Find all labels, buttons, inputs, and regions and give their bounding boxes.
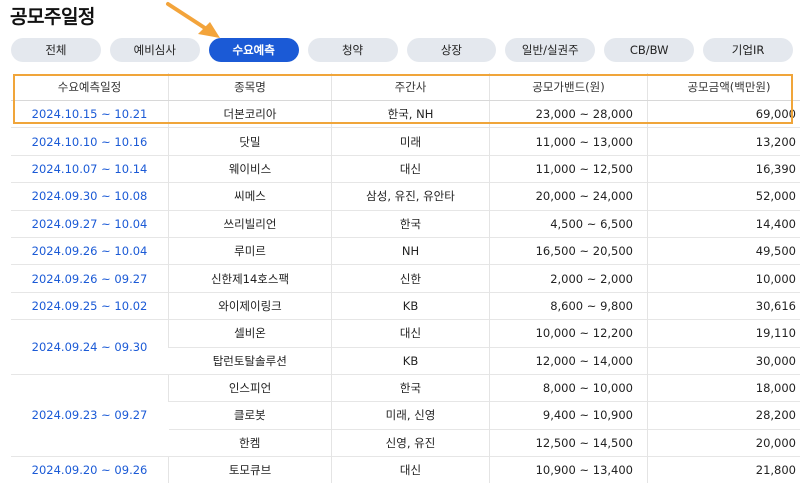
row-price-band: 20,000 ~ 24,000 bbox=[490, 183, 648, 210]
tab-cb-bw[interactable]: CB/BW bbox=[604, 38, 694, 62]
row-stock-name[interactable]: 닷밀 bbox=[169, 128, 332, 155]
row-underwriter: 미래, 신영 bbox=[332, 402, 490, 429]
row-date[interactable]: 2024.10.07 ~ 10.14 bbox=[11, 155, 169, 182]
row-price-band: 12,500 ~ 14,500 bbox=[490, 429, 648, 456]
row-underwriter: KB bbox=[332, 347, 490, 374]
row-date[interactable]: 2024.09.24 ~ 09.30 bbox=[11, 320, 169, 375]
tab-listing[interactable]: 상장 bbox=[407, 38, 497, 62]
row-underwriter: 대신 bbox=[332, 155, 490, 182]
row-offering-amount: 21,800 bbox=[648, 457, 800, 483]
row-date[interactable]: 2024.10.10 ~ 10.16 bbox=[11, 128, 169, 155]
row-offering-amount: 18,000 bbox=[648, 374, 800, 401]
tab-general-forfeited-shares[interactable]: 일반/실권주 bbox=[505, 38, 595, 62]
row-stock-name[interactable]: 토모큐브 bbox=[169, 457, 332, 483]
row-stock-name[interactable]: 루미르 bbox=[169, 237, 332, 264]
row-offering-amount: 52,000 bbox=[648, 183, 800, 210]
row-underwriter: KB bbox=[332, 292, 490, 319]
row-price-band: 11,000 ~ 13,000 bbox=[490, 128, 648, 155]
tab-all[interactable]: 전체 bbox=[11, 38, 101, 62]
row-date[interactable]: 2024.09.30 ~ 10.08 bbox=[11, 183, 169, 210]
row-stock-name[interactable]: 인스피언 bbox=[169, 374, 332, 401]
row-underwriter: 미래 bbox=[332, 128, 490, 155]
header-demand-forecast-date[interactable]: 수요예측일정 bbox=[11, 73, 169, 101]
row-stock-name[interactable]: 웨이비스 bbox=[169, 155, 332, 182]
row-offering-amount: 69,000 bbox=[648, 101, 800, 128]
row-offering-amount: 28,200 bbox=[648, 402, 800, 429]
row-price-band: 4,500 ~ 6,500 bbox=[490, 210, 648, 237]
row-underwriter: 한국 bbox=[332, 210, 490, 237]
row-price-band: 2,000 ~ 2,000 bbox=[490, 265, 648, 292]
row-offering-amount: 16,390 bbox=[648, 155, 800, 182]
table-row: 2024.09.20 ~ 09.26 토모큐브 대신 10,900 ~ 13,4… bbox=[11, 457, 800, 483]
row-offering-amount: 14,400 bbox=[648, 210, 800, 237]
row-price-band: 10,000 ~ 12,200 bbox=[490, 320, 648, 347]
row-price-band: 16,500 ~ 20,500 bbox=[490, 237, 648, 264]
ipo-schedule-table: 수요예측일정 종목명 주간사 공모가밴드(원) 공모금액(백만원) 2024.1… bbox=[11, 73, 796, 483]
row-underwriter: 대신 bbox=[332, 320, 490, 347]
row-underwriter: 삼성, 유진, 유안타 bbox=[332, 183, 490, 210]
row-underwriter: 신한 bbox=[332, 265, 490, 292]
table-row: 2024.09.26 ~ 10.04 루미르 NH 16,500 ~ 20,50… bbox=[11, 237, 800, 264]
category-tabs: 전체 예비심사 수요예측 청약 상장 일반/실권주 CB/BW 기업IR bbox=[11, 38, 793, 62]
row-price-band: 23,000 ~ 28,000 bbox=[490, 101, 648, 128]
table-row: 2024.10.07 ~ 10.14 웨이비스 대신 11,000 ~ 12,5… bbox=[11, 155, 800, 182]
table-row: 2024.09.25 ~ 10.02 와이제이링크 KB 8,600 ~ 9,8… bbox=[11, 292, 800, 319]
row-price-band: 8,000 ~ 10,000 bbox=[490, 374, 648, 401]
tab-subscription[interactable]: 청약 bbox=[308, 38, 398, 62]
row-offering-amount: 10,000 bbox=[648, 265, 800, 292]
row-date[interactable]: 2024.09.23 ~ 09.27 bbox=[11, 374, 169, 456]
row-date[interactable]: 2024.10.15 ~ 10.21 bbox=[11, 101, 169, 128]
row-underwriter: NH bbox=[332, 237, 490, 264]
table-row: 2024.10.15 ~ 10.21 더본코리아 한국, NH 23,000 ~… bbox=[11, 101, 800, 128]
row-price-band: 11,000 ~ 12,500 bbox=[490, 155, 648, 182]
row-date[interactable]: 2024.09.26 ~ 09.27 bbox=[11, 265, 169, 292]
row-stock-name[interactable]: 한켐 bbox=[169, 429, 332, 456]
pointer-arrow-icon bbox=[160, 0, 230, 44]
row-stock-name[interactable]: 쓰리빌리언 bbox=[169, 210, 332, 237]
row-stock-name[interactable]: 신한제14호스팩 bbox=[169, 265, 332, 292]
table-row: 2024.09.26 ~ 09.27 신한제14호스팩 신한 2,000 ~ 2… bbox=[11, 265, 800, 292]
row-stock-name[interactable]: 와이제이링크 bbox=[169, 292, 332, 319]
row-date[interactable]: 2024.09.25 ~ 10.02 bbox=[11, 292, 169, 319]
row-stock-name[interactable]: 씨메스 bbox=[169, 183, 332, 210]
row-underwriter: 한국, NH bbox=[332, 101, 490, 128]
row-stock-name[interactable]: 클로봇 bbox=[169, 402, 332, 429]
row-offering-amount: 30,616 bbox=[648, 292, 800, 319]
row-date[interactable]: 2024.09.20 ~ 09.26 bbox=[11, 457, 169, 483]
table-row: 2024.09.30 ~ 10.08 씨메스 삼성, 유진, 유안타 20,00… bbox=[11, 183, 800, 210]
page-title: 공모주일정 bbox=[10, 2, 95, 29]
table-row: 2024.09.24 ~ 09.30 셀비온 대신 10,000 ~ 12,20… bbox=[11, 320, 800, 347]
table-row: 2024.10.10 ~ 10.16 닷밀 미래 11,000 ~ 13,000… bbox=[11, 128, 800, 155]
row-offering-amount: 19,110 bbox=[648, 320, 800, 347]
row-underwriter: 한국 bbox=[332, 374, 490, 401]
header-price-band[interactable]: 공모가밴드(원) bbox=[490, 73, 648, 101]
table-row: 2024.09.27 ~ 10.04 쓰리빌리언 한국 4,500 ~ 6,50… bbox=[11, 210, 800, 237]
table-header-row: 수요예측일정 종목명 주간사 공모가밴드(원) 공모금액(백만원) bbox=[11, 73, 800, 101]
row-offering-amount: 30,000 bbox=[648, 347, 800, 374]
tab-company-ir[interactable]: 기업IR bbox=[703, 38, 793, 62]
row-price-band: 9,400 ~ 10,900 bbox=[490, 402, 648, 429]
row-price-band: 12,000 ~ 14,000 bbox=[490, 347, 648, 374]
row-price-band: 10,900 ~ 13,400 bbox=[490, 457, 648, 483]
header-underwriter[interactable]: 주간사 bbox=[332, 73, 490, 101]
table-row: 2024.09.23 ~ 09.27 인스피언 한국 8,000 ~ 10,00… bbox=[11, 374, 800, 401]
row-price-band: 8,600 ~ 9,800 bbox=[490, 292, 648, 319]
row-offering-amount: 49,500 bbox=[648, 237, 800, 264]
row-stock-name[interactable]: 탑런토탈솔루션 bbox=[169, 347, 332, 374]
row-offering-amount: 13,200 bbox=[648, 128, 800, 155]
row-underwriter: 대신 bbox=[332, 457, 490, 483]
header-offering-amount[interactable]: 공모금액(백만원) bbox=[648, 73, 800, 101]
row-underwriter: 신영, 유진 bbox=[332, 429, 490, 456]
header-stock-name[interactable]: 종목명 bbox=[169, 73, 332, 101]
row-date[interactable]: 2024.09.27 ~ 10.04 bbox=[11, 210, 169, 237]
row-offering-amount: 20,000 bbox=[648, 429, 800, 456]
row-stock-name[interactable]: 더본코리아 bbox=[169, 101, 332, 128]
row-stock-name[interactable]: 셀비온 bbox=[169, 320, 332, 347]
row-date[interactable]: 2024.09.26 ~ 10.04 bbox=[11, 237, 169, 264]
